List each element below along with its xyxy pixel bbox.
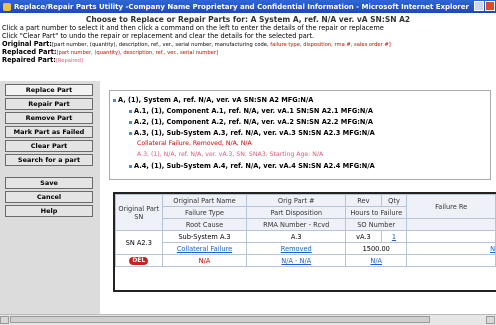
cell-orig-part: A.3 [246,230,347,243]
original-part-legend: Original Part:[part number, (quantity), … [2,40,391,48]
replace-part-button[interactable]: Replace Part [5,84,93,96]
header-original-part-name: Original Part Name [161,194,248,207]
cancel-button[interactable]: Cancel [5,191,93,203]
help-button[interactable]: Help [5,205,93,217]
repaired-part-label: Repaired Part: [2,56,56,64]
failure-re-link[interactable]: N [406,242,496,255]
header-rma-number: RMA Number - Rcvd [246,218,347,231]
header-qty: Qty [380,194,408,207]
cell-blank-1 [406,230,496,243]
original-part-label: Original Part: [2,40,52,48]
tree-bullet-icon [129,131,132,135]
header-orig-part-no: Orig Part # [246,194,347,207]
tree-node-label: A.1, (1), Component A.1, ref. N/A, ver. … [134,107,373,115]
cell-hours: 1500.00 [345,242,408,255]
tree-bullet-icon [129,109,132,113]
repair-part-button[interactable]: Repair Part [5,98,93,110]
horizontal-scrollbar[interactable] [0,314,496,325]
internet-explorer-icon [3,2,11,11]
mark-part-failed-button[interactable]: Mark Part as Failed [5,126,93,138]
header-hours-to-failure: Hours to Failure [345,206,408,219]
window-title: Replace/Repair Parts Utility -Company Na… [14,2,469,11]
tree-node-label: A, (1), System A, ref. N/A, ver. vA SN:S… [118,96,314,104]
replaced-part-label: Replaced Part: [2,48,57,56]
part-details-grid: Original Part SN Original Part Name Orig… [113,192,496,292]
header-blank [406,218,496,231]
scroll-left-arrow-icon[interactable] [0,316,9,324]
header-part-disposition: Part Disposition [246,206,347,219]
command-sidebar: Replace Part Repair Part Remove Part Mar… [0,81,100,324]
tree-bullet-icon [129,120,132,124]
page-title: Choose to Replace or Repair Parts for: A… [85,15,411,24]
rma-link[interactable]: N/A - N/A [246,254,347,267]
parts-tree: A, (1), System A, ref. N/A, ver. vA SN:S… [109,90,491,180]
so-number-link[interactable]: N/A [345,254,408,267]
window-title-bar: Replace/Repair Parts Utility -Company Na… [0,0,496,13]
save-button[interactable]: Save [5,177,93,189]
tree-node-a3[interactable]: A.3, (1), Sub-System A.3, ref. N/A, ver.… [129,129,375,137]
minimize-icon[interactable] [474,1,484,11]
header-failure-re: Failure Re [406,194,496,219]
tree-node-root[interactable]: A, (1), System A, ref. N/A, ver. vA SN:S… [113,96,313,104]
header-so-number: SO Number [345,218,408,231]
repaired-part-legend: Repaired Part:[Repaired] [2,56,83,64]
cell-original-sn: SN A2.3 [115,230,163,255]
clear-part-button[interactable]: Clear Part [5,140,93,152]
cell-rev: vA.3 [345,230,382,243]
cell-part-name: Sub-System A.3 [161,230,248,243]
header-failure-type: Failure Type [161,206,248,219]
scroll-thumb[interactable] [10,316,430,323]
tree-node-a3-failure: Collateral Failure, Removed, N/A, N/A [137,140,252,147]
tree-node-a3-replacement: A.3, (1), N/A, ref. N/A, ver. vA.3, SN: … [137,151,324,158]
instruction-line-2: Click "Clear Part" to undo the repair or… [2,32,315,40]
tree-node-a2[interactable]: A.2, (1), Component A.2, ref. N/A, ver. … [129,118,373,126]
cell-root-cause: N/A [161,254,248,267]
cell-blank-2 [406,254,496,267]
tree-node-label: A.2, (1), Component A.2, ref. N/A, ver. … [134,118,373,126]
search-part-button[interactable]: Search for a part [5,154,93,166]
tree-node-label: A.3, (1), Sub-System A.3, ref. N/A, ver.… [134,129,375,137]
header-original-sn: Original Part SN [115,194,163,231]
delete-cell: DEL [115,254,163,267]
disposition-link[interactable]: Removed [246,242,347,255]
delete-button[interactable]: DEL [129,257,149,265]
failure-type-link[interactable]: Collateral Failure [161,242,248,255]
scroll-right-arrow-icon[interactable] [486,316,495,324]
tree-node-a1[interactable]: A.1, (1), Component A.1, ref. N/A, ver. … [129,107,373,115]
replaced-part-legend: Replaced Part:[part number, (quantity), … [2,48,218,56]
tree-bullet-icon [129,164,132,168]
cell-qty-link[interactable]: 1 [380,230,408,243]
tree-bullet-icon [113,98,116,102]
remove-part-button[interactable]: Remove Part [5,112,93,124]
instruction-line-1: Click a part number to select it and the… [2,24,384,32]
tree-node-label: A.4, (1), Sub-System A.4, ref. N/A, ver.… [134,162,375,170]
header-rev: Rev [345,194,382,207]
header-root-cause: Root Cause [161,218,248,231]
repaired-part-format: [Repaired] [55,58,83,64]
original-part-format-failure: failure type, disposition, rma #, sales … [270,42,391,48]
tree-node-a4[interactable]: A.4, (1), Sub-System A.4, ref. N/A, ver.… [129,162,375,170]
close-icon[interactable] [485,1,495,11]
